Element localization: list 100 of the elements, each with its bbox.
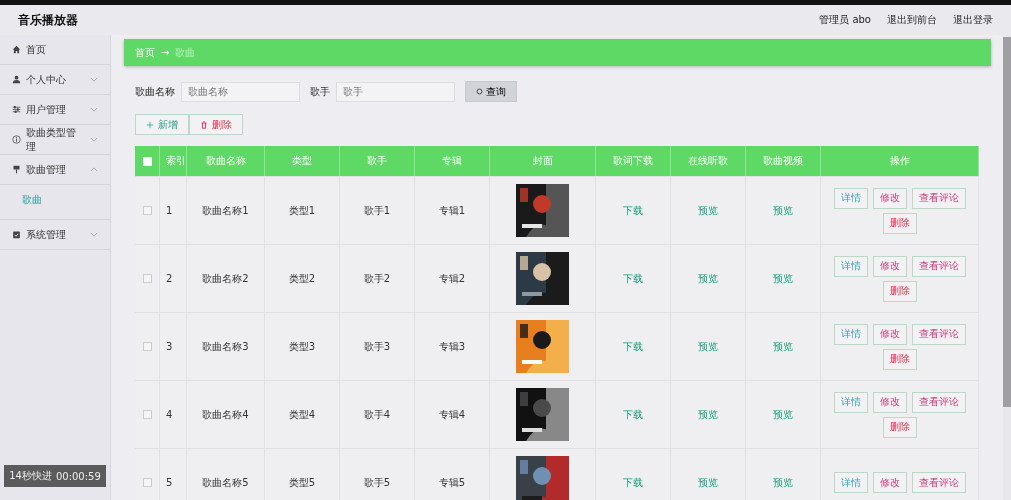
preview-link[interactable]: 预览 [698,475,718,490]
row-action-button[interactable]: 查看评论 [911,255,966,277]
row-action-button[interactable]: 查看评论 [911,472,966,493]
header-link[interactable]: 退出到前台 [887,13,937,27]
table-cell: 专辑2 [438,271,466,286]
select-all-checkbox[interactable] [142,156,152,166]
sidebar-item[interactable]: 歌曲管理 [0,155,110,185]
table-cell: 歌曲名称5 [202,475,249,490]
row-action-button[interactable]: 修改 [872,187,907,209]
table-cell: 专辑3 [438,339,466,354]
row-action-button[interactable]: 详情 [833,472,868,493]
sidebar-item[interactable]: 个人中心 [0,65,110,95]
sidebar-item[interactable]: 系统管理 [0,220,110,250]
sliders-icon [12,105,21,114]
download-link[interactable]: 下载 [623,271,643,286]
preview-link[interactable]: 预览 [773,407,793,422]
scrollbar[interactable] [1003,35,1011,500]
row-action-button[interactable]: 修改 [872,391,907,413]
row-action-button[interactable]: 删除 [882,212,917,234]
column-header: 歌曲视频 [763,154,803,168]
column-header: 在线听歌 [688,154,728,168]
table-cell: 1 [166,205,173,216]
row-action-button[interactable]: 查看评论 [911,391,966,413]
row-action-button[interactable]: 查看评论 [911,323,966,345]
field-label: 歌曲名称 [135,84,175,99]
column-header: 歌曲名称 [205,154,246,168]
row-action-button[interactable]: 详情 [833,187,868,209]
header-link[interactable]: 退出登录 [953,13,993,27]
sidebar-label: 用户管理 [26,102,67,117]
column-header: 封面 [532,154,553,168]
table-cell: 类型4 [288,407,316,422]
sidebar-label: 个人中心 [26,72,67,87]
row-action-button[interactable]: 查看评论 [911,187,966,209]
sidebar-item[interactable]: 首页 [0,35,110,65]
sidebar-item[interactable]: 用户管理 [0,95,110,125]
row-action-button[interactable]: 详情 [833,323,868,345]
row-action-button[interactable]: 删除 [882,280,917,302]
row-checkbox[interactable] [142,342,152,351]
column-header: 索引 [166,154,186,168]
breadcrumb-item: 歌曲 [175,45,196,60]
table-cell: 歌手2 [363,271,391,286]
preview-link[interactable]: 预览 [698,203,718,218]
breadcrumb-item: → [161,47,170,58]
table-cell: 歌手1 [363,203,391,218]
trash-icon [200,120,208,129]
preview-link[interactable]: 预览 [773,271,793,286]
sidebar-label: 歌曲管理 [26,162,67,177]
column-header: 歌词下载 [613,154,653,168]
header-link[interactable]: 管理员 abo [819,13,871,27]
table-cell: 类型1 [288,203,316,218]
search-field[interactable]: 歌手 [336,81,455,102]
row-action-button[interactable]: 删除 [882,416,917,438]
preview-link[interactable]: 预览 [773,475,793,490]
sidebar-label: 首页 [26,42,47,57]
table-cell: 歌曲名称2 [202,271,249,286]
recorder-time: 00:00:59 [55,470,101,482]
recorder-label: 14秒快进 [9,469,52,483]
download-link[interactable]: 下载 [623,203,643,218]
row-checkbox[interactable] [142,478,152,487]
row-checkbox[interactable] [142,274,152,283]
preview-link[interactable]: 预览 [698,407,718,422]
home-icon [12,45,21,54]
table-cell: 歌手4 [363,407,391,422]
download-link[interactable]: 下载 [623,339,643,354]
row-action-button[interactable]: 修改 [872,255,907,277]
row-action-button[interactable]: 修改 [872,323,907,345]
search-button[interactable]: 查询 [465,81,517,102]
column-header: 类型 [292,154,312,168]
search-field[interactable]: 歌曲名称 [181,81,300,102]
delete-button[interactable]: 删除 [189,114,243,135]
row-checkbox[interactable] [142,410,152,419]
sidebar-subitem[interactable]: 歌曲 [0,189,110,211]
add-button[interactable]: 新增 [135,114,189,135]
calendar-icon [12,230,21,239]
preview-link[interactable]: 预览 [698,271,718,286]
preview-link[interactable]: 预览 [698,339,718,354]
search-icon [476,88,483,95]
sidebar-item[interactable]: 歌曲类型管理 [0,125,110,155]
pin-icon [12,165,21,174]
column-header: 操作 [889,154,910,168]
plus-icon [146,120,154,129]
field-label: 歌手 [310,84,330,99]
preview-link[interactable]: 预览 [773,339,793,354]
app-title: 音乐播放器 [18,11,78,29]
table-cell: 歌手3 [363,339,391,354]
row-action-button[interactable]: 修改 [872,472,907,493]
row-checkbox[interactable] [142,206,152,215]
preview-link[interactable]: 预览 [773,203,793,218]
table-cell: 类型2 [288,271,316,286]
table-cell: 专辑4 [438,407,466,422]
row-action-button[interactable]: 删除 [882,348,917,370]
table-cell: 歌曲名称3 [202,339,249,354]
table-cell: 类型3 [288,339,316,354]
table-cell: 3 [166,341,173,352]
row-action-button[interactable]: 详情 [833,391,868,413]
download-link[interactable]: 下载 [623,475,643,490]
download-link[interactable]: 下载 [623,407,643,422]
column-header: 专辑 [442,154,462,168]
row-action-button[interactable]: 详情 [833,255,868,277]
table-cell: 歌曲名称4 [202,407,249,422]
